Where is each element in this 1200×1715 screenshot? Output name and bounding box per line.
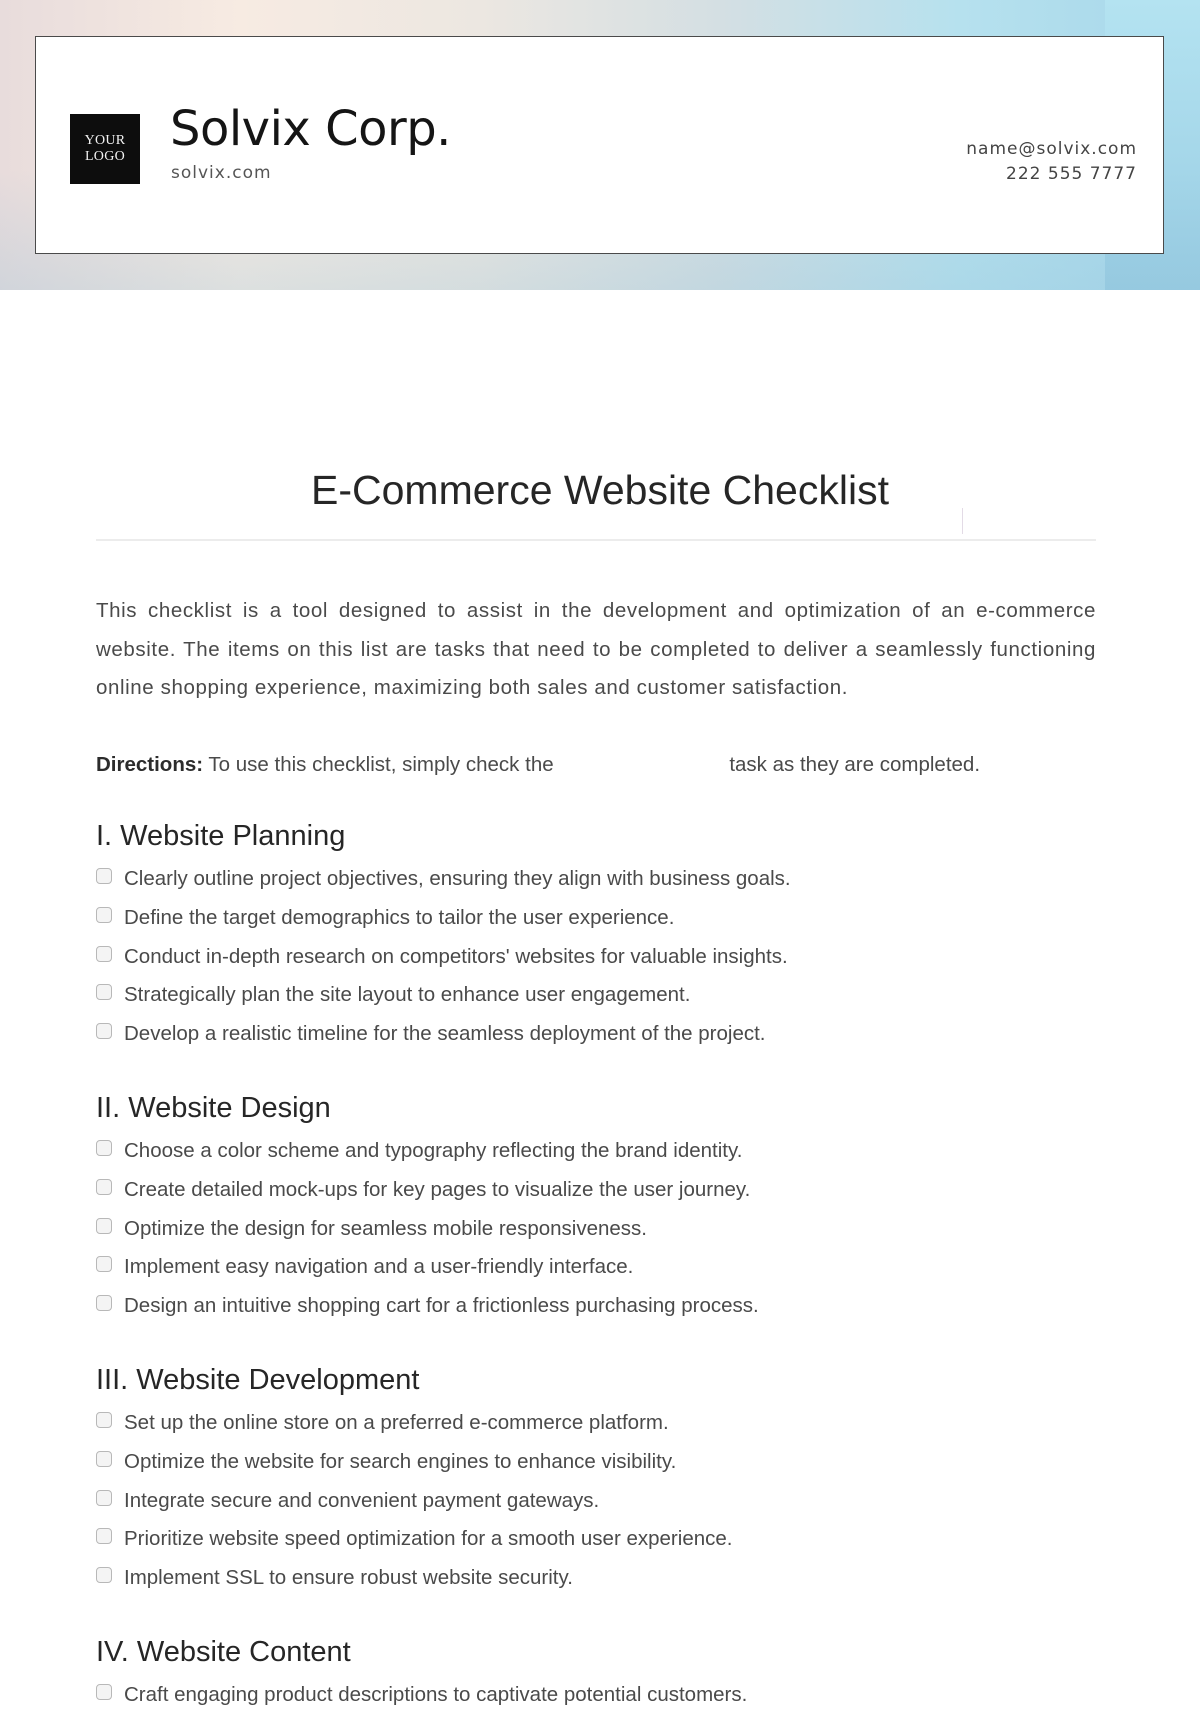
checklist-item[interactable]: Optimize the design for seamless mobile …: [96, 1209, 1096, 1248]
company-website: solvix.com: [171, 163, 272, 183]
checklist-item-label: Set up the online store on a preferred e…: [124, 1411, 669, 1435]
checkbox[interactable]: [96, 1217, 112, 1234]
page-title: E-Commerce Website Checklist: [311, 467, 889, 514]
checklist-item-label: Implement easy navigation and a user-fri…: [124, 1255, 634, 1279]
checklist-item-label: Conduct in-depth research on competitors…: [124, 944, 788, 968]
checkbox[interactable]: [96, 1528, 112, 1545]
checkbox[interactable]: [96, 1023, 112, 1040]
checklist-item-label: Define the target demographics to tailor…: [124, 906, 675, 930]
checkbox[interactable]: [96, 1412, 112, 1429]
checkbox[interactable]: [96, 1256, 112, 1273]
intro-paragraph: This checklist is a tool designed to ass…: [96, 599, 1096, 699]
text-cursor: [962, 508, 963, 534]
checkbox[interactable]: [96, 1684, 112, 1701]
checkbox[interactable]: [96, 1451, 112, 1468]
checklist-item[interactable]: Craft engaging product descriptions to c…: [96, 1676, 1096, 1715]
checklist-item[interactable]: Optimize the website for search engines …: [96, 1443, 1096, 1482]
checklist-item-label: Develop a realistic timeline for the sea…: [124, 1022, 766, 1046]
checklist-item[interactable]: Create detailed mock-ups for key pages t…: [96, 1171, 1096, 1210]
directions-label: Directions:: [96, 753, 204, 776]
contact-email: name@solvix.com: [966, 139, 1137, 159]
checklist-item[interactable]: Conduct in-depth research on competitors…: [96, 937, 1096, 976]
checklist-item[interactable]: Design an intuitive shopping cart for a …: [96, 1287, 1096, 1326]
section-heading: II. Website Design: [96, 1092, 331, 1124]
directions-paragraph: Directions: To use this checklist, simpl…: [96, 746, 1106, 784]
logo-line-1: YOUR: [84, 133, 126, 148]
checkbox[interactable]: [96, 1567, 112, 1584]
checkbox[interactable]: [96, 945, 112, 962]
checkbox[interactable]: [96, 1140, 112, 1157]
checklist-item[interactable]: Integrate secure and convenient payment …: [96, 1481, 1096, 1520]
checklist-item-label: Clearly outline project objectives, ensu…: [124, 867, 791, 891]
directions-text-before: To use this checklist, simply check the: [203, 753, 560, 776]
contact-phone: 222 555 7777: [1006, 164, 1137, 184]
directions-text-after: task as they are completed.: [729, 753, 981, 776]
checklist-item-label: Strategically plan the site layout to en…: [124, 983, 691, 1007]
checklist-item[interactable]: Prioritize website speed optimization fo…: [96, 1520, 1096, 1559]
checklist-section: I. Website Planning Clearly outline proje…: [96, 818, 1096, 1053]
checklist-item-label: Optimize the website for search engines …: [124, 1450, 677, 1474]
logo-line-2: LOGO: [84, 149, 126, 164]
section-heading: III. Website Development: [96, 1364, 420, 1396]
checklist-section: II. Website Design Choose a color scheme …: [96, 1090, 1096, 1325]
section-heading: IV. Website Content: [96, 1636, 351, 1668]
checklist-item-label: Integrate secure and convenient payment …: [124, 1488, 600, 1512]
checklist-section: IV. Website Content Craft engaging produc…: [96, 1634, 1096, 1715]
checklist-item[interactable]: Implement easy navigation and a user-fri…: [96, 1248, 1096, 1287]
title-divider: [96, 539, 1096, 541]
checkbox[interactable]: [96, 1295, 112, 1312]
checklist-item[interactable]: Implement SSL to ensure robust website s…: [96, 1559, 1096, 1598]
checklist-item-label: Prioritize website speed optimization fo…: [124, 1527, 733, 1551]
checklist-item-label: Design an intuitive shopping cart for a …: [124, 1294, 759, 1318]
checklist-item[interactable]: Choose a color scheme and typography ref…: [96, 1132, 1096, 1171]
checkbox[interactable]: [96, 1489, 112, 1506]
checklist-item[interactable]: Define the target demographics to tailor…: [96, 899, 1096, 938]
checklist-item[interactable]: Clearly outline project objectives, ensu…: [96, 860, 1096, 899]
checklist-item-label: Implement SSL to ensure robust website s…: [124, 1566, 573, 1590]
checkbox[interactable]: [96, 868, 112, 885]
checklist-item-label: Choose a color scheme and typography ref…: [124, 1139, 743, 1163]
checklist-item-label: Optimize the design for seamless mobile …: [124, 1216, 647, 1240]
checklist-item-label: Create detailed mock-ups for key pages t…: [124, 1178, 751, 1202]
logo-placeholder-icon: YOUR LOGO: [70, 114, 140, 184]
checkbox[interactable]: [96, 1179, 112, 1196]
company-name: Solvix Corp.: [170, 101, 451, 157]
checkbox[interactable]: [96, 984, 112, 1001]
checklist-section: III. Website Development Set up the onlin…: [96, 1362, 1096, 1597]
checkbox[interactable]: [96, 907, 112, 924]
checklist-item[interactable]: Strategically plan the site layout to en…: [96, 976, 1096, 1015]
section-heading: I. Website Planning: [96, 820, 346, 852]
checklist-item[interactable]: Set up the online store on a preferred e…: [96, 1404, 1096, 1443]
checklist-item-label: Craft engaging product descriptions to c…: [124, 1683, 748, 1707]
checklist-item[interactable]: Develop a realistic timeline for the sea…: [96, 1015, 1096, 1054]
contact-info: name@solvix.com 222 555 7777: [966, 137, 1137, 187]
letterhead-card: YOUR LOGO Solvix Corp. solvix.com name@s…: [35, 36, 1164, 254]
